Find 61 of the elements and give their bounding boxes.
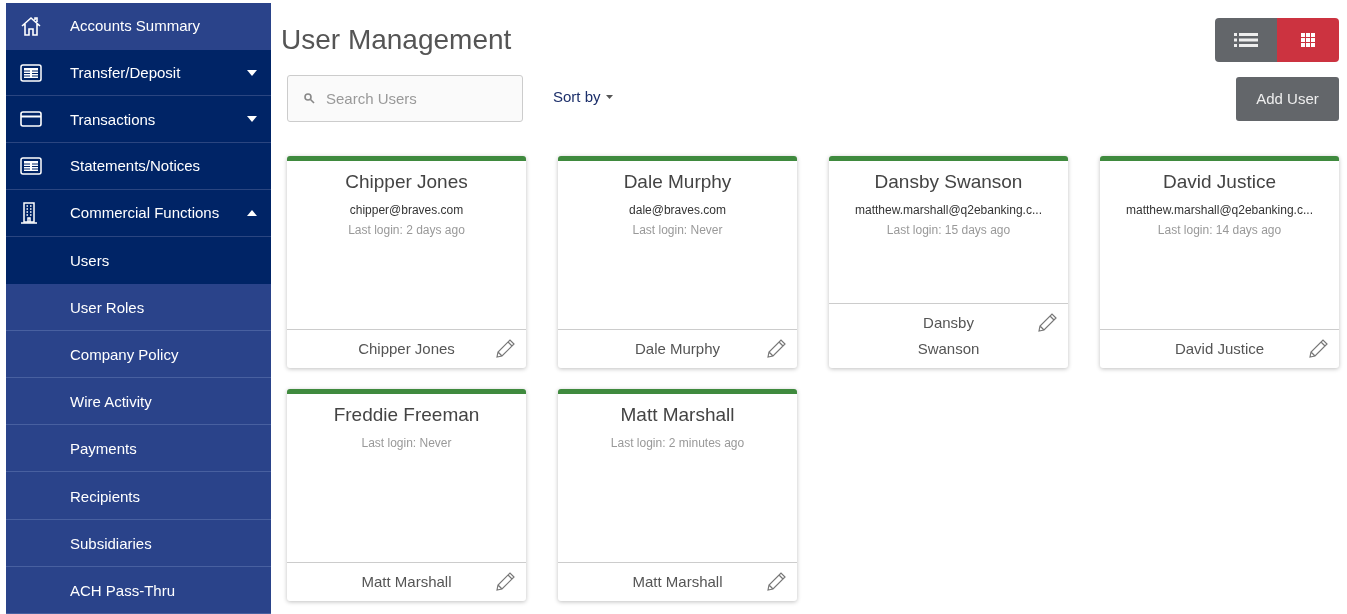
nav-subitem[interactable]: Subsidiaries bbox=[6, 519, 271, 567]
last-login: Last login: 2 days ago bbox=[347, 223, 466, 237]
last-login: Last login: 2 minutes ago bbox=[609, 436, 746, 450]
search-field[interactable]: Search Users bbox=[287, 75, 523, 122]
nav-subitem[interactable]: Company Policy bbox=[6, 330, 271, 379]
edit-icon[interactable] bbox=[494, 338, 516, 360]
edit-icon[interactable] bbox=[494, 571, 516, 593]
user-card[interactable]: Chipper Jones chipper@braves.com Last login: 2 days ago Chipper Jones bbox=[287, 156, 526, 368]
last-login: Last login: 14 days ago bbox=[1156, 223, 1283, 237]
nav-item[interactable]: Statements/Notices bbox=[6, 143, 271, 190]
last-login: Last login: Never bbox=[360, 436, 453, 450]
edit-icon[interactable] bbox=[1307, 338, 1329, 360]
nav-subitem[interactable]: User Roles bbox=[6, 283, 271, 331]
user-card[interactable]: Dansby Swanson matthew.marshall@q2ebanking.c... Last login: 15 days ago Dansby Swanson bbox=[829, 156, 1068, 368]
newspaper-icon bbox=[20, 63, 42, 82]
user-name: Dale Murphy bbox=[622, 171, 733, 193]
home-icon bbox=[20, 14, 42, 37]
nav-item[interactable]: Transactions bbox=[6, 96, 271, 144]
last-login: Last login: 15 days ago bbox=[885, 223, 1012, 237]
user-card[interactable]: Dale Murphy dale@braves.com Last login: Never Dale Murphy bbox=[558, 156, 797, 368]
sort-dropdown[interactable]: Sort by bbox=[553, 88, 613, 105]
nav-item[interactable]: Accounts Summary bbox=[6, 3, 271, 50]
footer-name: Chipper Jones bbox=[358, 339, 455, 359]
user-name: Matt Marshall bbox=[619, 404, 736, 426]
footer-name: Matt Marshall bbox=[632, 572, 723, 592]
search-icon bbox=[304, 93, 315, 104]
user-card[interactable]: Freddie Freeman Last login: Never Matt Marshall bbox=[287, 389, 526, 601]
nav-subitem[interactable]: Recipients bbox=[6, 472, 271, 520]
nav-subitem[interactable]: ACH Pass-Thru bbox=[6, 566, 271, 614]
user-name: Chipper Jones bbox=[344, 171, 469, 193]
user-email: matthew.marshall@q2ebanking.c... bbox=[1125, 203, 1314, 217]
edit-icon[interactable] bbox=[1036, 312, 1058, 334]
edit-icon[interactable] bbox=[765, 571, 787, 593]
building-icon bbox=[20, 201, 38, 224]
list-view-button[interactable] bbox=[1215, 18, 1277, 62]
footer-name: Matt Marshall bbox=[361, 572, 452, 592]
user-name: David Justice bbox=[1162, 171, 1277, 193]
page-title: User Management bbox=[281, 24, 512, 56]
edit-icon[interactable] bbox=[765, 338, 787, 360]
footer-name: Dale Murphy bbox=[634, 339, 720, 359]
user-email: matthew.marshall@q2ebanking.c... bbox=[854, 203, 1043, 217]
user-name: Dansby Swanson bbox=[873, 171, 1024, 193]
nav-item[interactable]: Transfer/Deposit bbox=[6, 49, 271, 97]
footer-name: Dansby Swanson bbox=[916, 313, 981, 359]
footer-name: David Justice bbox=[1174, 339, 1265, 359]
user-card[interactable]: Matt Marshall Last login: 2 minutes ago Matt Marshall bbox=[558, 389, 797, 601]
last-login: Last login: Never bbox=[631, 223, 724, 237]
newspaper-icon bbox=[20, 156, 42, 175]
add-user-button[interactable]: Add User bbox=[1236, 76, 1339, 121]
user-card[interactable]: David Justice matthew.marshall@q2ebanking.c... Last login: 14 days ago David Justice bbox=[1100, 156, 1339, 368]
user-email: dale@braves.com bbox=[628, 203, 727, 217]
grid-view-button[interactable] bbox=[1277, 18, 1339, 62]
user-name: Freddie Freeman bbox=[332, 404, 481, 426]
caret-icon bbox=[605, 94, 613, 99]
nav-subitem[interactable]: Wire Activity bbox=[6, 378, 271, 426]
nav-item[interactable]: Commercial Functions bbox=[6, 189, 271, 237]
grid-icon bbox=[1301, 33, 1315, 47]
list-icon bbox=[1234, 32, 1258, 48]
nav-subitem[interactable]: Payments bbox=[6, 425, 271, 473]
user-email: chipper@braves.com bbox=[348, 203, 465, 217]
card-icon bbox=[20, 110, 42, 129]
